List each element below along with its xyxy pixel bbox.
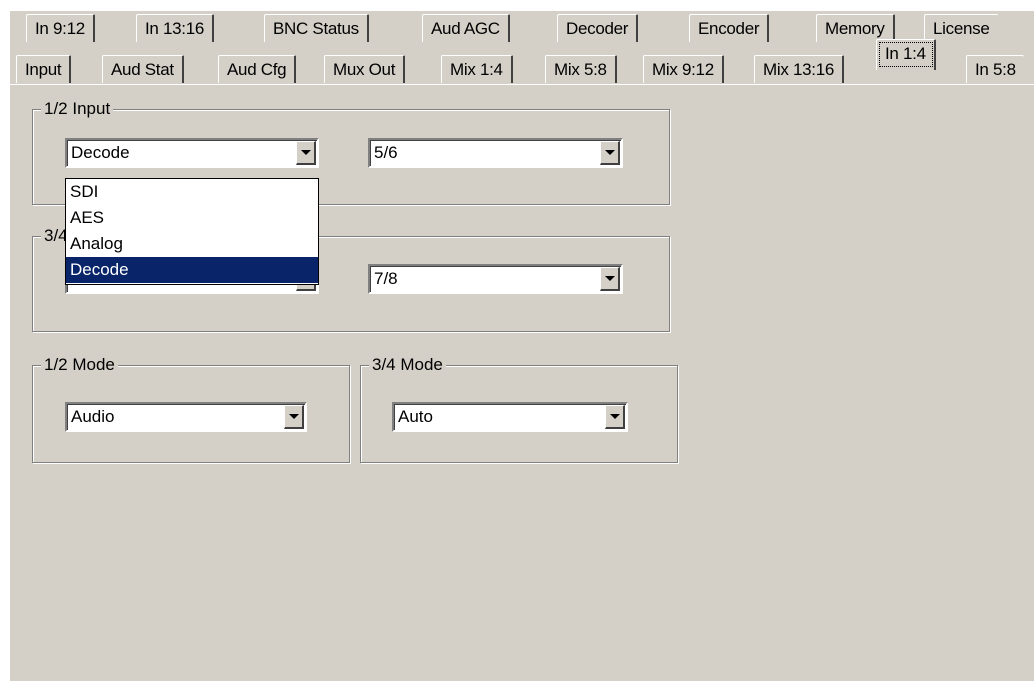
tab-mix-5-8[interactable]: Mix 5:8	[545, 55, 617, 83]
group-title: 1/2 Input	[41, 98, 114, 120]
dropdown-option-sdi[interactable]: SDI	[66, 179, 318, 205]
chevron-down-icon[interactable]	[600, 267, 620, 291]
input-1-2-source-select[interactable]: Decode	[65, 138, 319, 168]
chevron-down-icon[interactable]	[600, 141, 620, 165]
tab-in-5-8[interactable]: In 5:8	[966, 55, 1024, 83]
tab-in-13-16[interactable]: In 13:16	[136, 14, 215, 42]
select-value: Auto	[398, 407, 433, 426]
tab-encoder[interactable]: Encoder	[689, 14, 770, 42]
tab-mux-out[interactable]: Mux Out	[324, 55, 406, 83]
tab-input[interactable]: Input	[16, 55, 72, 83]
group-title: 1/2 Mode	[41, 354, 118, 376]
tab-in-1-4[interactable]: In 1:4	[876, 39, 936, 70]
tab-row-2: Input Aud Stat Aud Cfg Mux Out Mix 1:4 M…	[10, 39, 1034, 83]
select-value: 5/6	[374, 143, 398, 162]
tab-aud-stat[interactable]: Aud Stat	[102, 55, 184, 83]
dropdown-option-analog[interactable]: Analog	[66, 231, 318, 257]
tab-aud-cfg[interactable]: Aud Cfg	[218, 55, 297, 83]
chevron-down-icon[interactable]	[296, 141, 316, 165]
input-1-2-pair-select[interactable]: 5/6	[368, 138, 623, 168]
tab-mix-9-12[interactable]: Mix 9:12	[643, 55, 724, 83]
tab-aud-agc[interactable]: Aud AGC	[422, 14, 510, 42]
tab-memory[interactable]: Memory	[816, 14, 895, 42]
tab-license[interactable]: License	[924, 14, 998, 42]
input-3-4-pair-select[interactable]: 7/8	[368, 264, 623, 294]
tab-in-9-12[interactable]: In 9:12	[26, 14, 95, 42]
tab-mix-13-16[interactable]: Mix 13:16	[754, 55, 845, 83]
select-value: Decode	[71, 143, 130, 162]
input-source-dropdown-list: SDI AES Analog Decode	[65, 178, 319, 285]
dropdown-option-aes[interactable]: AES	[66, 205, 318, 231]
tab-row-1: In 9:12 In 13:16 BNC Status Aud AGC Deco…	[10, 12, 1034, 42]
tab-decoder[interactable]: Decoder	[557, 14, 639, 42]
select-value: Audio	[71, 407, 115, 426]
dropdown-option-decode[interactable]: Decode	[66, 257, 318, 283]
mode-1-2-select[interactable]: Audio	[65, 402, 307, 432]
tab-mix-1-4[interactable]: Mix 1:4	[441, 55, 513, 83]
group-title: 3/4 Mode	[369, 354, 446, 376]
chevron-down-icon[interactable]	[284, 405, 304, 429]
tab-bnc-status[interactable]: BNC Status	[264, 14, 369, 42]
mode-3-4-select[interactable]: Auto	[392, 402, 628, 432]
property-panel: In 9:12 In 13:16 BNC Status Aud AGC Deco…	[10, 11, 1034, 681]
chevron-down-icon[interactable]	[605, 405, 625, 429]
select-value: 7/8	[374, 269, 398, 288]
tab-baseline	[10, 84, 1034, 85]
